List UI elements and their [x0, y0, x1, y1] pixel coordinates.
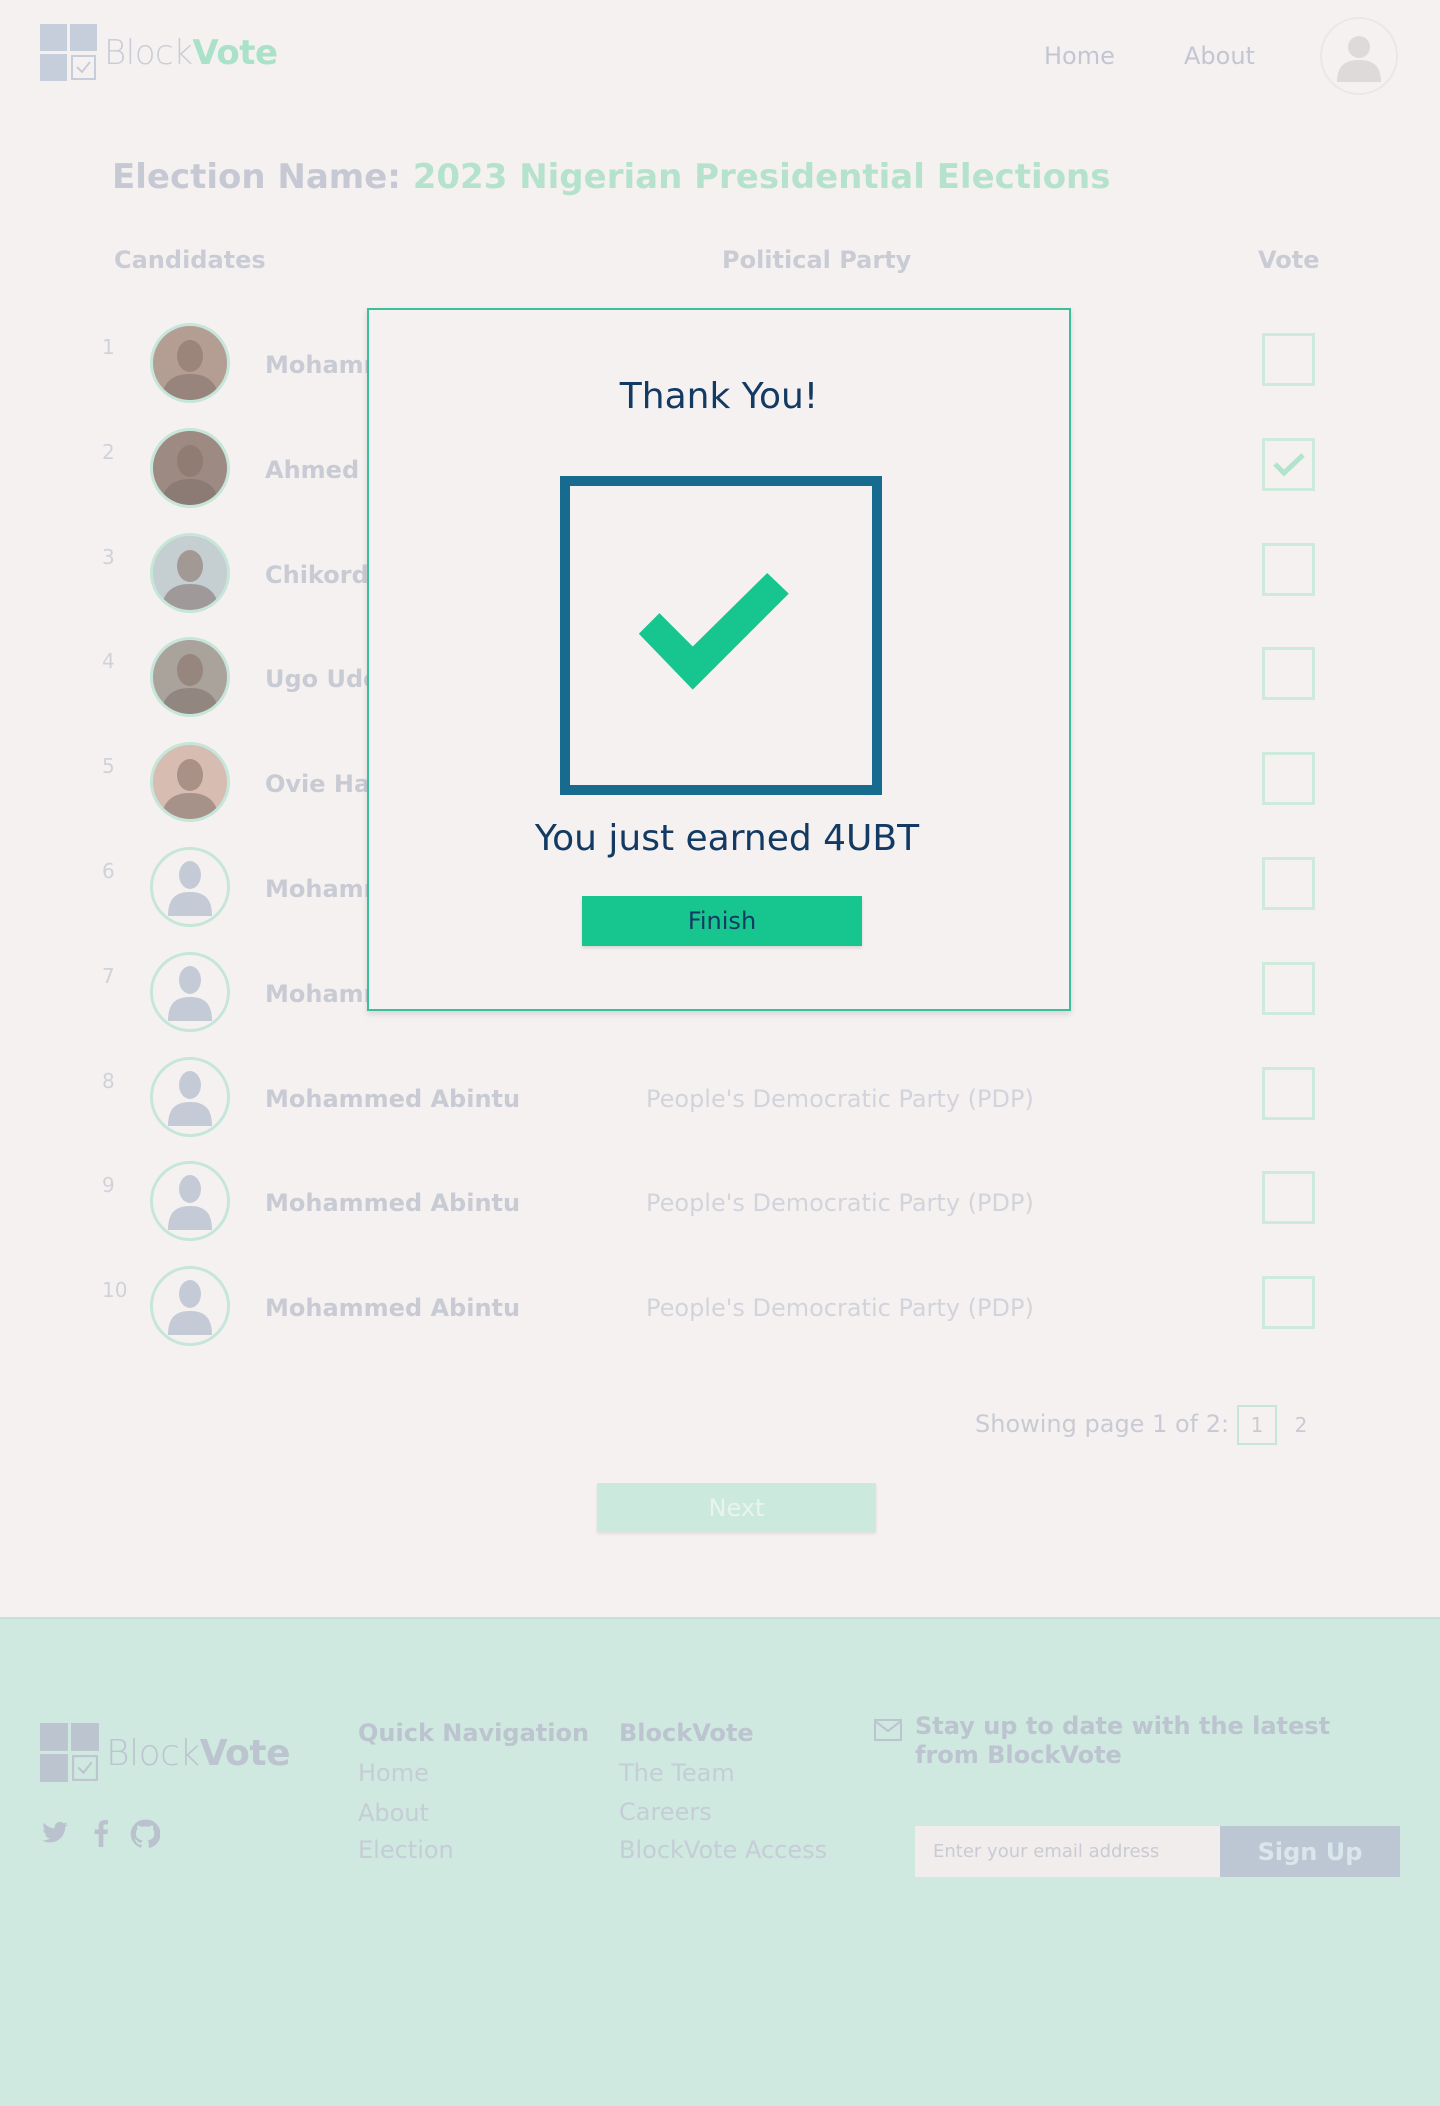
vote-checkbox[interactable]	[1262, 1171, 1315, 1224]
row-number: 2	[102, 440, 115, 464]
portrait-icon	[153, 431, 227, 505]
col-head-party: Political Party	[722, 246, 912, 274]
candidate-avatar	[150, 428, 230, 508]
finish-button[interactable]: Finish	[582, 896, 862, 946]
candidate-name: Mohammed Abintu	[265, 1189, 521, 1217]
vote-checkbox[interactable]	[1262, 1276, 1315, 1329]
row-number: 7	[102, 964, 115, 988]
footer-link-home[interactable]: Home	[358, 1759, 429, 1787]
footer-logo-text: BlockVote	[106, 1732, 291, 1774]
vote-checkbox[interactable]	[1262, 647, 1315, 700]
candidate-avatar	[150, 1161, 230, 1241]
candidate-avatar	[150, 533, 230, 613]
election-name: 2023 Nigerian Presidential Elections	[412, 157, 1111, 197]
row-number: 5	[102, 754, 115, 778]
person-icon	[168, 1175, 212, 1230]
footer-link-team[interactable]: The Team	[619, 1759, 735, 1787]
twitter-icon[interactable]	[40, 1819, 70, 1854]
thank-you-modal: Thank You! You just earned 4UBT Finish	[367, 308, 1071, 1011]
table-row: 8 Mohammed Abintu People's Democratic Part…	[0, 1057, 1440, 1162]
candidate-name: Chikordi	[265, 561, 377, 589]
candidate-name: Mohammed Abintu	[265, 1085, 521, 1113]
col-head-candidates: Candidates	[114, 246, 266, 274]
candidate-avatar	[150, 637, 230, 717]
candidate-avatar	[150, 1266, 230, 1346]
footer-logo-mark-icon	[40, 1723, 99, 1782]
person-icon	[168, 966, 212, 1021]
user-icon	[1337, 36, 1381, 82]
vote-checkbox[interactable]	[1262, 1067, 1315, 1120]
vote-checkbox[interactable]	[1262, 543, 1315, 596]
footer-link-access[interactable]: BlockVote Access	[619, 1836, 827, 1864]
blockvote-col-title: BlockVote	[619, 1719, 754, 1747]
person-icon	[168, 861, 212, 916]
vote-checkbox[interactable]	[1262, 857, 1315, 910]
portrait-icon	[153, 640, 227, 714]
vote-checkbox[interactable]	[1262, 438, 1315, 491]
candidate-party: People's Democratic Party (PDP)	[646, 1294, 1034, 1322]
logo-text-vote: Vote	[192, 33, 278, 73]
github-icon[interactable]	[130, 1819, 161, 1856]
candidate-avatar	[150, 742, 230, 822]
footer-logo-vote: Vote	[199, 1732, 291, 1774]
modal-title: Thank You!	[619, 376, 819, 417]
person-icon	[168, 1280, 212, 1335]
checkmark-icon	[638, 572, 789, 690]
earned-message: You just earned 4UBT	[534, 818, 920, 859]
page-1-button[interactable]: 1	[1237, 1405, 1277, 1445]
candidate-name: Mohammed Abintu	[265, 1294, 521, 1322]
subscribe-text: Stay up to date with the latest from Blo…	[915, 1712, 1331, 1769]
row-number: 10	[102, 1278, 128, 1302]
header: BlockVote Home About	[0, 0, 1440, 112]
footer-link-about[interactable]: About	[358, 1799, 429, 1827]
check-icon	[1272, 452, 1305, 476]
email-field[interactable]	[915, 1826, 1220, 1877]
candidate-avatar	[150, 847, 230, 927]
mail-icon	[874, 1719, 902, 1745]
row-number: 8	[102, 1069, 115, 1093]
logo-text-block: Block	[104, 33, 193, 73]
row-number: 1	[102, 335, 115, 359]
portrait-icon	[153, 536, 227, 610]
quick-nav-title: Quick Navigation	[358, 1719, 590, 1747]
candidate-avatar	[150, 952, 230, 1032]
logo[interactable]: BlockVote	[40, 24, 278, 82]
logo-mark-icon	[40, 24, 98, 82]
user-avatar[interactable]	[1320, 17, 1398, 95]
footer-link-election[interactable]: Election	[358, 1836, 454, 1864]
candidate-party: People's Democratic Party (PDP)	[646, 1189, 1034, 1217]
nav-about[interactable]: About	[1184, 42, 1255, 70]
page-title: Election Name: 2023 Nigerian Presidentia…	[112, 157, 1111, 197]
vote-checkbox[interactable]	[1262, 962, 1315, 1015]
footer-logo[interactable]: BlockVote	[40, 1723, 291, 1783]
row-number: 3	[102, 545, 115, 569]
vote-checkbox[interactable]	[1262, 752, 1315, 805]
table-row: 10 Mohammed Abintu People's Democratic Par…	[0, 1266, 1440, 1371]
candidate-avatar	[150, 323, 230, 403]
portrait-icon	[153, 326, 227, 400]
election-label: Election Name:	[112, 157, 413, 197]
candidate-avatar	[150, 1057, 230, 1137]
col-head-vote: Vote	[1258, 246, 1320, 274]
person-icon	[168, 1071, 212, 1126]
footer: BlockVote Quick Navigation Home About El…	[0, 1617, 1440, 2106]
vote-checkbox[interactable]	[1262, 333, 1315, 386]
logo-text: BlockVote	[104, 33, 278, 73]
facebook-icon[interactable]	[90, 1819, 112, 1854]
portrait-icon	[153, 745, 227, 819]
row-number: 9	[102, 1173, 115, 1197]
candidate-party: People's Democratic Party (PDP)	[646, 1085, 1034, 1113]
footer-logo-block: Block	[106, 1732, 200, 1774]
success-box	[560, 476, 882, 795]
table-row: 9 Mohammed Abintu People's Democratic Part…	[0, 1161, 1440, 1266]
row-number: 6	[102, 859, 115, 883]
row-number: 4	[102, 649, 115, 673]
next-button[interactable]: Next	[597, 1483, 876, 1532]
sign-up-button[interactable]: Sign Up	[1220, 1826, 1400, 1877]
footer-link-careers[interactable]: Careers	[619, 1798, 712, 1826]
nav-home[interactable]: Home	[1044, 42, 1115, 70]
candidate-name: Ugo Udo	[265, 665, 380, 693]
page-2-button[interactable]: 2	[1281, 1405, 1321, 1445]
pagination-text: Showing page 1 of 2:	[975, 1410, 1230, 1438]
